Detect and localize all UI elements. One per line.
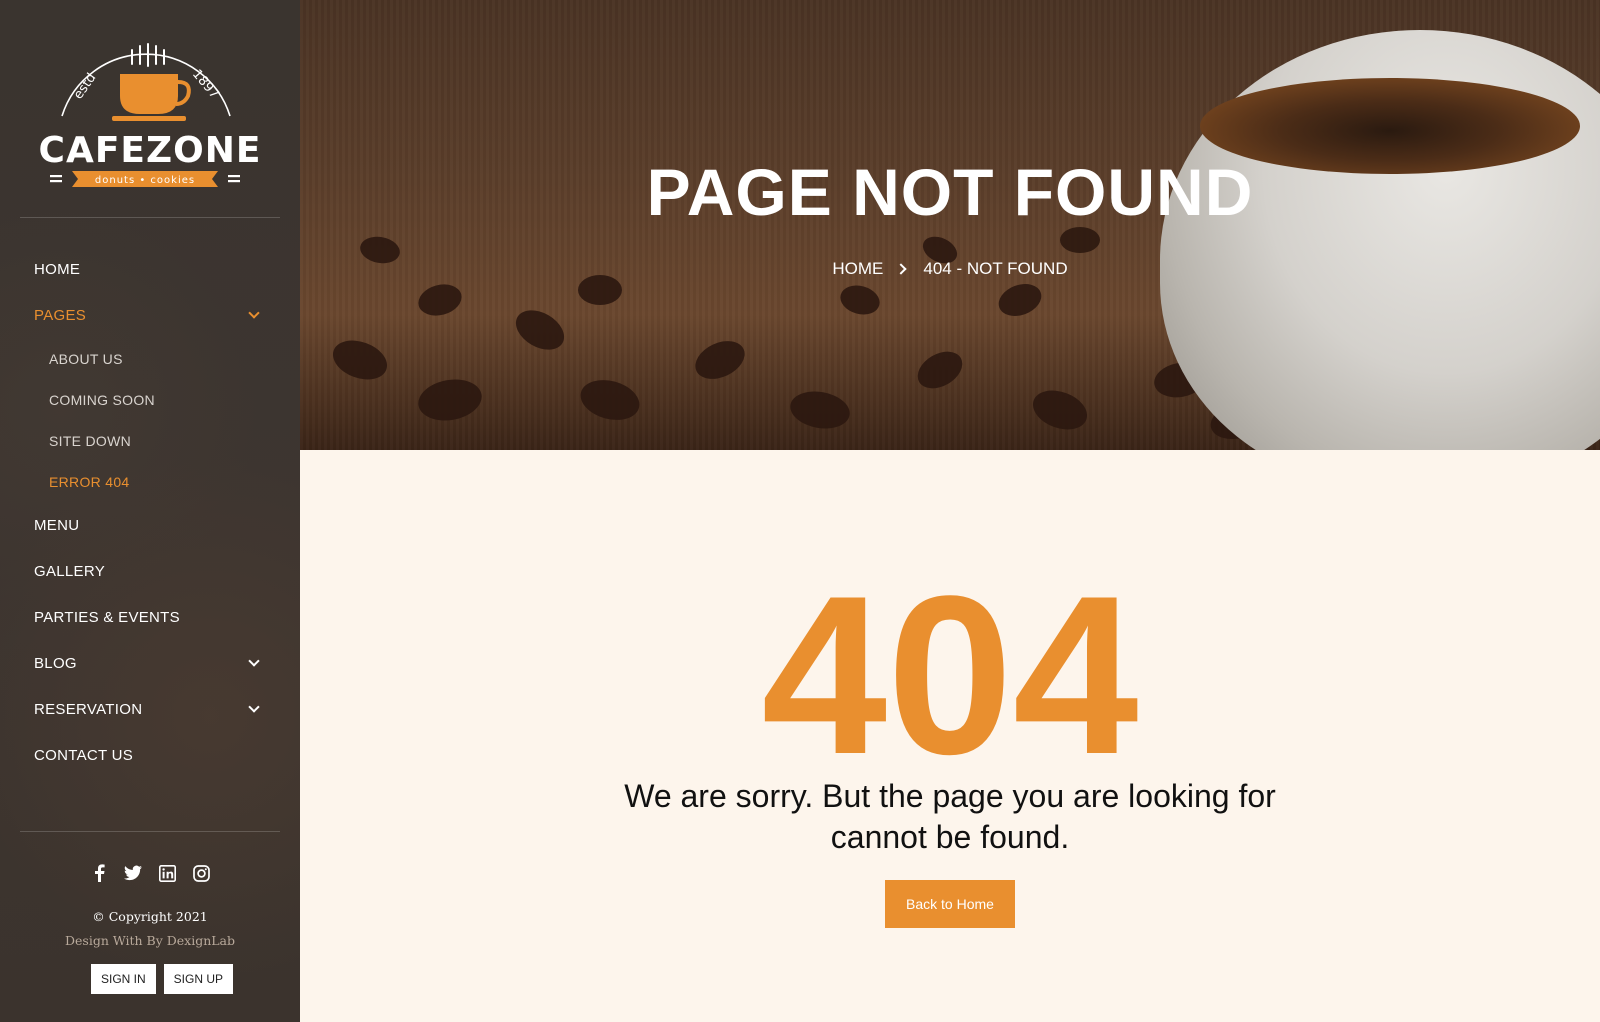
design-credit: Design With By DexignLab — [64, 933, 236, 948]
error-message: We are sorry. But the page you are looki… — [300, 776, 1600, 858]
breadcrumb: HOME 404 - NOT FOUND — [300, 259, 1600, 279]
error-message-line-1: We are sorry. But the page you are looki… — [624, 778, 1276, 814]
submenu-item-label: ERROR 404 — [49, 473, 130, 490]
sidebar-item-label: RESERVATION — [34, 700, 143, 718]
pages-submenu: ABOUT US COMING SOON SITE DOWN ERROR 404 — [34, 338, 266, 502]
instagram-icon[interactable] — [192, 864, 210, 882]
sidebar-item-label: BLOG — [34, 654, 77, 672]
logo-estd: estd — [71, 71, 99, 103]
sidebar-item-parties-events[interactable]: PARTIES & EVENTS — [34, 594, 266, 640]
sidebar-divider-top — [20, 217, 280, 218]
twitter-icon[interactable] — [124, 864, 142, 882]
sidebar-item-contact-us[interactable]: CONTACT US — [34, 732, 266, 778]
auth-buttons: SIGN IN SIGN UP — [91, 964, 234, 994]
sidebar-item-label: HOME — [34, 260, 81, 278]
chevron-down-icon — [248, 701, 260, 713]
cafezone-logo[interactable]: estd 1897 CAFEZONE donuts • cookies — [40, 36, 260, 196]
submenu-item-coming-soon[interactable]: COMING SOON — [49, 379, 266, 420]
submenu-item-label: SITE DOWN — [49, 432, 132, 449]
logo-tagline: donuts • cookies — [95, 175, 195, 186]
sign-up-button[interactable]: SIGN UP — [163, 964, 234, 994]
facebook-icon[interactable] — [90, 864, 108, 882]
page-title: PAGE NOT FOUND — [646, 155, 1254, 229]
logo-year: 1897 — [189, 67, 222, 102]
social-links — [0, 864, 300, 882]
submenu-item-label: COMING SOON — [49, 391, 155, 408]
sidebar-item-reservation[interactable]: RESERVATION — [34, 686, 266, 732]
chevron-down-icon — [248, 655, 260, 667]
chevron-down-icon — [248, 307, 260, 319]
sidebar-item-menu[interactable]: MENU — [34, 502, 266, 548]
hero-banner: PAGE NOT FOUND HOME 404 - NOT FOUND — [300, 0, 1600, 450]
copyright-text: © Copyright 2021 — [92, 909, 208, 924]
submenu-item-site-down[interactable]: SITE DOWN — [49, 420, 266, 461]
sidebar-item-label: MENU — [34, 516, 80, 534]
sign-in-button[interactable]: SIGN IN — [91, 964, 156, 994]
sidebar-nav: HOME PAGES ABOUT US COMING SOON SITE DOW… — [34, 246, 266, 778]
sidebar-item-pages[interactable]: PAGES — [34, 292, 266, 338]
sidebar-item-home[interactable]: HOME — [34, 246, 266, 292]
sidebar-divider-bottom — [20, 831, 280, 832]
submenu-item-error-404[interactable]: ERROR 404 — [49, 461, 266, 502]
sidebar-item-label: PAGES — [34, 306, 87, 324]
breadcrumb-current: 404 - NOT FOUND — [923, 259, 1068, 278]
sidebar: estd 1897 CAFEZONE donuts • cookies HOME… — [0, 0, 300, 1022]
sidebar-item-label: CONTACT US — [34, 746, 134, 764]
submenu-item-label: ABOUT US — [49, 350, 123, 367]
logo-brand-name: CAFEZONE — [40, 130, 260, 171]
sidebar-item-label: GALLERY — [34, 562, 106, 580]
sidebar-item-label: PARTIES & EVENTS — [34, 608, 180, 626]
back-to-home-button[interactable]: Back to Home — [885, 880, 1015, 928]
main-content: 404 We are sorry. But the page you are l… — [300, 450, 1600, 1022]
error-code: 404 — [761, 548, 1139, 801]
error-message-line-2: cannot be found. — [830, 819, 1070, 855]
sidebar-item-gallery[interactable]: GALLERY — [34, 548, 266, 594]
linkedin-icon[interactable] — [158, 864, 176, 882]
sidebar-item-blog[interactable]: BLOG — [34, 640, 266, 686]
submenu-item-about-us[interactable]: ABOUT US — [49, 338, 266, 379]
breadcrumb-home[interactable]: HOME — [832, 259, 883, 279]
chevron-right-icon — [895, 263, 908, 275]
